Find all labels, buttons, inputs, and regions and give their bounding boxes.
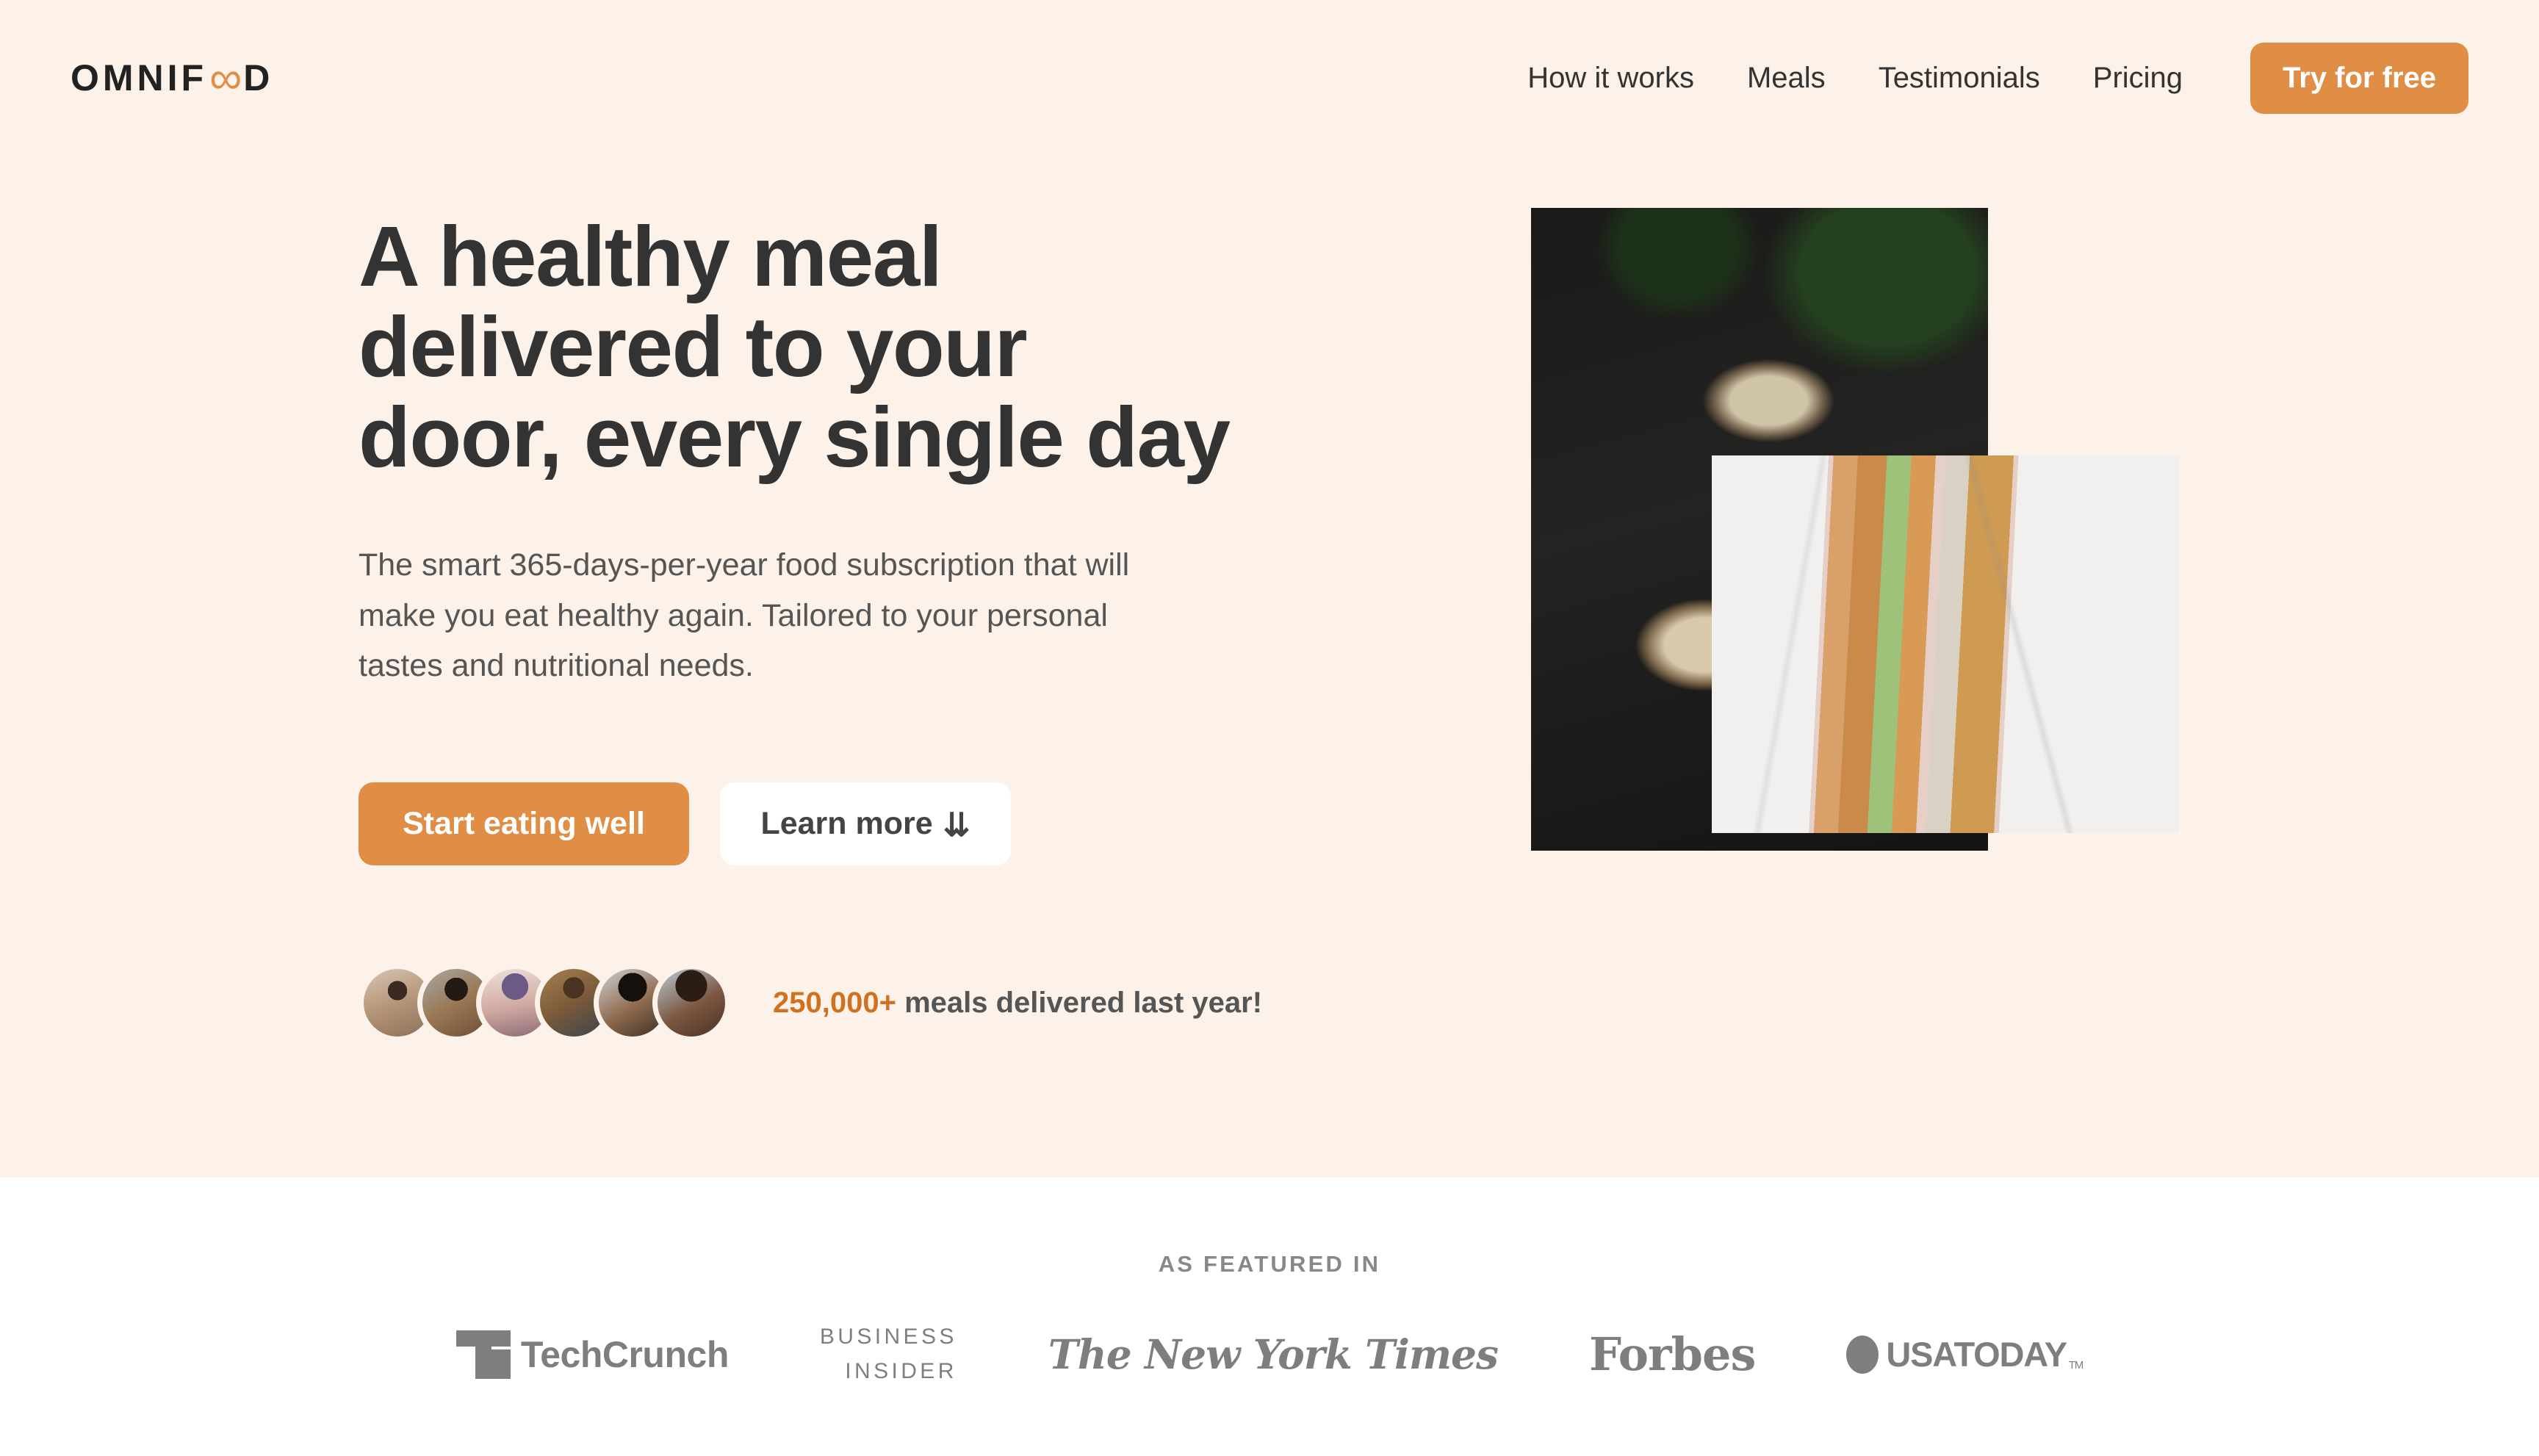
nav-item-pricing[interactable]: Pricing	[2067, 62, 2209, 95]
logo-text-part1: OMNIF	[71, 57, 208, 98]
forbes-logo: Forbes	[1589, 1327, 1756, 1381]
business-insider-line1: BUSINESS	[819, 1325, 957, 1349]
meals-count-caption: meals delivered last year!	[896, 986, 1263, 1019]
techcrunch-mark-icon	[455, 1330, 511, 1379]
nav-item-testimonials[interactable]: Testimonials	[1852, 62, 2067, 95]
learn-more-label: Learn more	[760, 806, 933, 842]
double-arrow-down-icon: ⇊	[943, 807, 970, 843]
meals-count: 250,000+	[773, 986, 896, 1019]
business-insider-line2: INSIDER	[845, 1358, 957, 1383]
site-header: OMNIF ∞ D How it works Meals Testimonial…	[0, 0, 2539, 156]
try-for-free-button[interactable]: Try for free	[2250, 42, 2468, 114]
delivered-meals-proof: 250,000+ meals delivered last year!	[359, 964, 1262, 1042]
usa-today-circle-icon	[1846, 1335, 1879, 1374]
woman-eating-photo	[1340, 636, 1931, 1037]
hero: A healthy meal delivered to your door, e…	[0, 156, 2539, 1178]
hero-heading: A healthy meal delivered to your door, e…	[359, 209, 1231, 485]
techcrunch-logo: TechCrunch	[455, 1330, 730, 1379]
start-eating-well-button[interactable]: Start eating well	[359, 782, 689, 866]
hero-description: The smart 365-days-per-year food subscri…	[359, 547, 1130, 684]
usa-today-label: USATODAY	[1886, 1335, 2067, 1374]
featured-heading: AS FEATURED IN	[1158, 1251, 1381, 1277]
main-navigation: How it works Meals Testimonials Pricing …	[1501, 42, 2468, 114]
usa-today-wordmark: USATODAY TM	[1886, 1334, 2084, 1374]
hero-section: OMNIF ∞ D How it works Meals Testimonial…	[0, 0, 2539, 1178]
new-york-times-logo: The New York Times	[1048, 1330, 1499, 1378]
press-logo-list: TechCrunch BUSINESS INSIDER The New York…	[0, 1320, 2539, 1388]
delivered-meals-text: 250,000+ meals delivered last year!	[773, 987, 1262, 1020]
logo-text-part2: D	[243, 57, 274, 98]
usa-today-logo: USATODAY TM	[1846, 1334, 2084, 1374]
hero-text-column: A healthy meal delivered to your door, e…	[359, 209, 1240, 866]
hero-cta-group: Start eating well Learn more ⇊	[359, 782, 1240, 866]
nav-item-meals[interactable]: Meals	[1721, 62, 1852, 95]
as-featured-in-section: AS FEATURED IN TechCrunch BUSINESS INSID…	[0, 1178, 2539, 1456]
avatar	[652, 964, 730, 1042]
omnifood-logo[interactable]: OMNIF ∞ D	[71, 55, 273, 101]
business-insider-logo: BUSINESS INSIDER	[820, 1320, 957, 1388]
customer-avatars	[359, 964, 730, 1042]
trademark-symbol: TM	[2068, 1359, 2084, 1372]
hero-image-collage	[1308, 156, 2263, 1178]
nav-item-how-it-works[interactable]: How it works	[1501, 62, 1721, 95]
infinity-icon: ∞	[209, 53, 242, 104]
techcrunch-wordmark: TechCrunch	[520, 1333, 730, 1375]
learn-more-button[interactable]: Learn more ⇊	[720, 782, 1011, 866]
